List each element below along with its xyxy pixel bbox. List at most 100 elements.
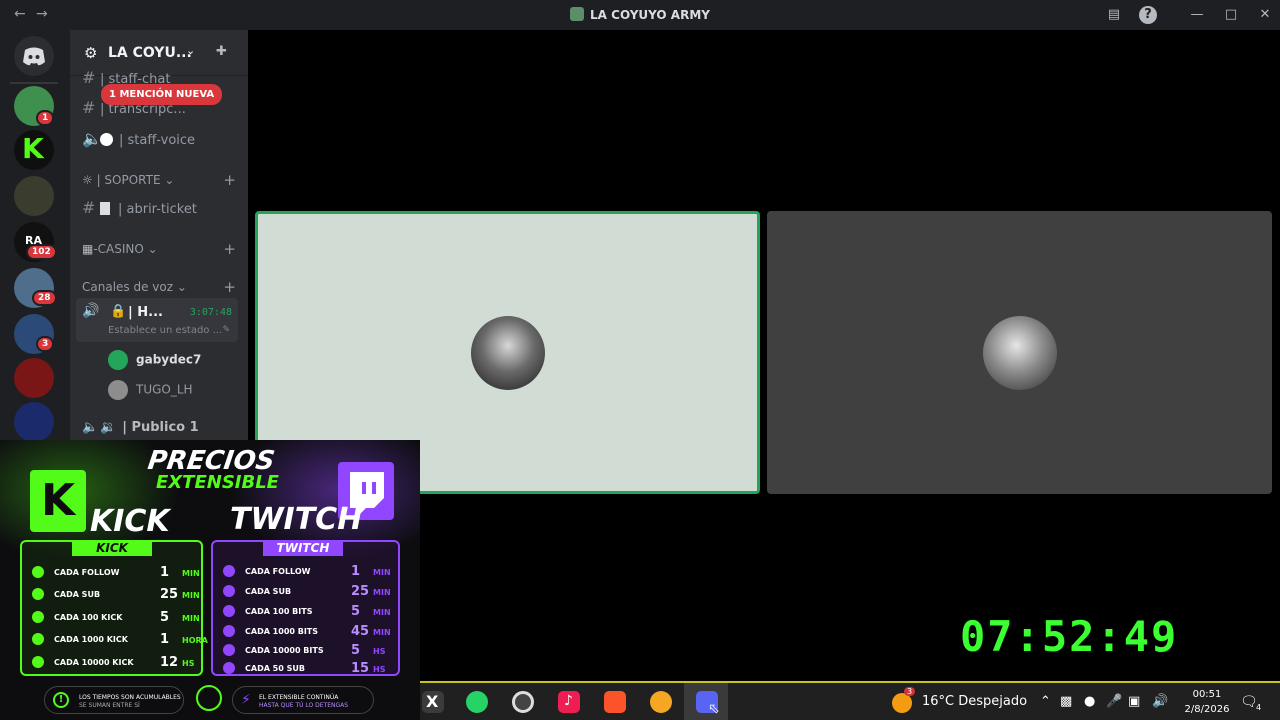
exclamation-icon: ! — [53, 692, 69, 708]
mouse-cursor-icon: ⬁ — [708, 701, 720, 717]
screen: ← → LA COYUYO ARMY ▤ ? — □ ✕ 1 K RA 102 … — [0, 0, 1280, 720]
weather-moon-icon — [892, 693, 912, 713]
voice-status[interactable]: Establece un estado ... — [108, 325, 222, 336]
taskbar: X ♪ ⬁ 3 16°C Despejado ⌃ ▩ ● 🎤 ▣ 🔊 00:51… — [420, 681, 1280, 720]
server-icon — [570, 7, 585, 21]
crown-icon — [223, 662, 235, 674]
volume-icon[interactable]: 🔊 — [1152, 694, 1168, 709]
gear-icon: ⚙ — [84, 44, 98, 62]
category-casino[interactable]: ▦-CASINO ⌄ — [82, 242, 158, 256]
kick-logo: K — [30, 470, 86, 532]
overlay-subtitle: EXTENSIBLE — [156, 472, 279, 493]
voice-channel-name: | H... — [128, 305, 163, 320]
category-label: | SOPORTE — [96, 173, 161, 187]
new-mention-pill[interactable]: 1 MENCIÓN NUEVA — [101, 84, 223, 105]
lightning-icon: ⚡ — [241, 692, 251, 708]
window-title-text: LA COYUYO ARMY — [590, 8, 710, 22]
lock-icon: 🔒 — [110, 304, 127, 319]
price-row: CADA 1000 BITS 45 MIN — [219, 623, 392, 641]
server-icon-kick[interactable]: K — [14, 130, 54, 170]
chevron-down-icon: ⌄ — [186, 44, 196, 57]
voice-user[interactable]: TUGO_LH — [108, 380, 193, 400]
price-row: CADA 100 KICK 5 MIN — [28, 609, 200, 627]
twitch-heading: TWITCH — [230, 502, 363, 537]
add-user-icon[interactable]: ✚ — [216, 44, 227, 59]
taskbar-clock[interactable]: 00:51 2/8/2026 — [1182, 687, 1232, 717]
category-label: -CASINO — [93, 242, 144, 256]
video-tile[interactable] — [767, 211, 1272, 494]
help-icon[interactable]: ? — [1139, 6, 1157, 24]
x-app-icon[interactable]: X — [422, 691, 444, 713]
speaker-icon: 🔈 — [82, 420, 99, 435]
close-icon[interactable]: ✕ — [1256, 6, 1274, 24]
notification-count: 4 — [1256, 703, 1262, 712]
screen-icon[interactable]: ▩ — [1060, 694, 1072, 709]
add-channel-icon[interactable]: + — [223, 240, 236, 258]
price-row: CADA 10000 BITS 5 HS — [219, 642, 392, 660]
time-text: 00:51 — [1192, 689, 1222, 700]
circle-icon — [100, 133, 113, 146]
maximize-icon[interactable]: □ — [1222, 6, 1240, 24]
coin-app-icon[interactable] — [650, 691, 672, 713]
obs-icon[interactable] — [512, 691, 534, 713]
category-voice[interactable]: Canales de voz ⌄ — [82, 280, 187, 294]
channel-label: | abrir-ticket — [118, 202, 197, 217]
voice-user[interactable]: gabydec7 — [108, 350, 201, 370]
bits-icon — [223, 605, 235, 617]
brave-icon[interactable] — [604, 691, 626, 713]
price-row: CADA SUB 25 MIN — [28, 586, 200, 604]
price-row: CADA 100 BITS 5 MIN — [219, 603, 392, 621]
network-icon[interactable]: ▣ — [1128, 694, 1140, 709]
price-overlay: K PRECIOS EXTENSIBLE KICK TWITCH KICK CA… — [0, 440, 420, 720]
price-row: CADA FOLLOW 1 MIN — [219, 563, 392, 581]
server-badge: 102 — [26, 244, 57, 260]
microphone-icon[interactable]: 🎤 — [1106, 694, 1122, 709]
server-badge: 1 — [36, 110, 55, 126]
category-soporte[interactable]: ☼ | SOPORTE ⌄ — [82, 173, 174, 187]
active-voice-channel[interactable]: 🔊 🔒 | H... 3:07:48 Establece un estado .… — [76, 298, 238, 342]
date-text: 2/8/2026 — [1184, 704, 1230, 715]
username: TUGO_LH — [136, 382, 193, 397]
heart-icon — [223, 565, 235, 577]
inbox-icon[interactable]: ▤ — [1105, 6, 1123, 24]
chevron-up-icon[interactable]: ⌃ — [1040, 694, 1051, 709]
discord-home-icon[interactable] — [14, 36, 54, 76]
tiktok-icon[interactable]: ♪ — [558, 691, 580, 713]
price-row: CADA FOLLOW 1 MIN — [28, 564, 200, 582]
server-icon-red[interactable] — [14, 358, 54, 398]
ticket-icon — [100, 202, 110, 215]
weather-badge: 3 — [904, 687, 916, 696]
kick-tag: KICK — [72, 540, 152, 556]
channel-label: | Publico 1 — [122, 420, 199, 435]
channel-publico-1[interactable]: 🔈 🔉 | Publico 1 — [82, 420, 199, 435]
server-icon-user[interactable] — [14, 176, 54, 216]
voice-timer: 3:07:48 — [189, 307, 232, 318]
add-channel-icon[interactable]: + — [223, 278, 236, 296]
whatsapp-icon[interactable] — [466, 691, 488, 713]
user-plus-icon — [32, 566, 44, 578]
hash-icon: # — [82, 198, 96, 217]
speaker-icon: 🔈 — [82, 129, 102, 148]
channel-staff-voice[interactable]: 🔈 | staff-voice — [82, 129, 195, 148]
server-icon-blue[interactable] — [14, 402, 54, 442]
server-list: 1 K RA 102 28 3 — [0, 30, 70, 442]
username: gabydec7 — [136, 352, 202, 367]
avatar — [108, 350, 128, 370]
price-row: CADA 10000 KICK 12 HS — [28, 654, 195, 672]
channel-sidebar: ⚙ LA COYU... ⌄ ✚ # | staff-chat # | transc… — [70, 30, 248, 440]
twitch-price-panel: TWITCH CADA FOLLOW 1 MIN CADA SUB 25 MIN CAD… — [211, 540, 400, 676]
minimize-icon[interactable]: — — [1188, 6, 1206, 24]
server-badge: 28 — [32, 290, 57, 306]
price-row: CADA 1000 KICK 1 HORA — [28, 631, 208, 649]
avatar — [108, 380, 128, 400]
price-row: CADA 50 SUB 15 HS — [219, 660, 392, 678]
star-icon — [223, 585, 235, 597]
camera-icon[interactable]: ● — [1084, 694, 1095, 709]
participant-avatar — [982, 315, 1057, 390]
channel-abrir-ticket[interactable]: # | abrir-ticket — [82, 198, 197, 217]
weather-text[interactable]: 16°C Despejado — [922, 694, 1027, 709]
price-row: CADA SUB 25 MIN — [219, 583, 392, 601]
add-channel-icon[interactable]: + — [223, 171, 236, 189]
star-icon — [32, 588, 44, 600]
pencil-icon[interactable]: ✎ — [222, 325, 230, 335]
